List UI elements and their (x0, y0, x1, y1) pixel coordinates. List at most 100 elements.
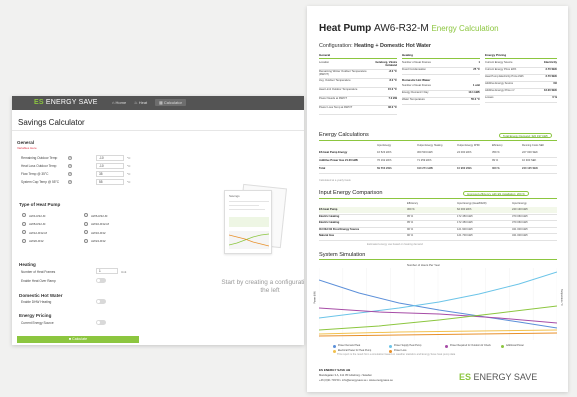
comparison-cell: 95 % (407, 221, 414, 224)
config-key: Current Energy Price kWh (485, 68, 517, 71)
legend-label: Power Supply Heat Pump (394, 344, 422, 347)
nav-heat[interactable]: ♨ Heat (134, 100, 147, 105)
nav-calculator[interactable]: ▦ Calculator (155, 98, 186, 106)
comparison-row-label: ES Heat Pump (319, 208, 338, 211)
footer-company: ES ENERGY SAVE AB (319, 368, 351, 372)
dhw-toggle[interactable] (96, 299, 106, 304)
heating-col-heading: Heating (402, 53, 414, 57)
mini-panel-title: Savings (229, 194, 240, 198)
general-row-input[interactable]: -10 (96, 163, 124, 169)
footer-contact: +46 (0)31 703 50 • info@energysave.se • … (319, 379, 393, 382)
heat-frames-unit: Unit (121, 270, 127, 274)
calc-row-label: Total (319, 167, 326, 170)
config-key: Heat Pump Electricity Price kWh (485, 75, 524, 78)
comparison-cell: 172 450 kWh (457, 214, 473, 218)
calc-cell: 240 125 SEK (522, 167, 538, 170)
pricing-toggle[interactable] (96, 320, 106, 325)
comparison-cell: 62 000 kWh (457, 208, 472, 211)
general-row-input[interactable]: 55 (96, 179, 124, 185)
dhw-col-heading: Domestic Hot Water (402, 78, 431, 82)
config-value: 16.00 SEK (544, 89, 557, 92)
report-model: AW6-R32-M (374, 23, 429, 34)
nav-heat-label: Heat (138, 100, 148, 105)
config-value: 25 °C (473, 68, 480, 71)
comparison-row-label: Electric Heating (319, 221, 340, 224)
calc-cell: 10 960 kWh (457, 167, 472, 170)
pump-option-label: AW8-R32-M (29, 222, 46, 226)
calc-cell: 359 % (492, 151, 500, 154)
config-key: Additive Energy Price m³ (485, 89, 515, 92)
comparison-cell: 341 000 kWh (512, 234, 528, 237)
calc-cell: 24 000 kWh (457, 151, 472, 154)
config-key: Losses (485, 96, 494, 99)
config-value: 1 unit (472, 84, 480, 87)
general-row-input[interactable]: 35 (96, 171, 124, 177)
pump-radio[interactable] (22, 230, 26, 234)
config-label: Configuration: (319, 43, 353, 49)
calc-cell: 10 300 SEK (522, 159, 537, 162)
heat-frames-select[interactable]: 1 (96, 268, 118, 274)
footer-logo: ES ENERGY SAVE (459, 372, 537, 382)
section-rule (319, 198, 557, 199)
config-key: Power Needs at RWOT (319, 97, 348, 100)
footer-address: Mandsgatan 3 A, 411 05 Göteborg • Sweden (319, 374, 373, 377)
simulation-note: This report is the result from a simulat… (337, 353, 456, 356)
config-key: Additive Energy Source (485, 82, 514, 85)
info-icon[interactable]: ? (68, 180, 72, 184)
legend-label: Power Loss (394, 349, 407, 352)
config-value: 2.70 SEK (545, 75, 557, 78)
calc-cell: 300 % (492, 167, 500, 170)
calc-row-label: ES Heat Pump Energy (319, 151, 348, 154)
calc-cell: 16 523 kWh (377, 151, 392, 154)
logo-text: ENERGY SAVE (45, 99, 98, 106)
section-rule (319, 140, 557, 141)
calc-cell: 99 % (492, 159, 499, 162)
info-icon[interactable]: ? (68, 172, 72, 176)
comparison-cell: 90 % (407, 234, 414, 237)
info-icon[interactable]: ? (68, 156, 72, 160)
general-row-label: Heat Loss Outdoor Temp (21, 164, 57, 168)
config-key: Fixed Condensation (402, 68, 426, 71)
config-key: Remaining Winter Outdoor Temperature (RW… (319, 70, 367, 76)
general-row-input[interactable]: -10 (96, 155, 124, 161)
info-icon[interactable]: ? (68, 164, 72, 168)
pump-radio[interactable] (84, 213, 88, 217)
app-logo[interactable]: ES ENERGY SAVE (34, 99, 98, 106)
pump-radio[interactable] (22, 221, 26, 226)
legend-swatch (333, 344, 336, 348)
pump-option-label: AW6-R32-M (91, 213, 108, 218)
pump-radio[interactable] (84, 230, 88, 234)
report-document: Heat Pump AW6-R32-M Energy Calculation C… (307, 6, 568, 392)
pump-radio[interactable] (84, 221, 88, 226)
calculate-button[interactable]: ■ Calculate (17, 336, 139, 343)
comparison-cell: 370 060 kWh (512, 214, 528, 218)
calc-cell: 71 259 kWh (417, 159, 432, 162)
config-value: 0 % (552, 96, 557, 99)
comparison-title: Input Energy Comparison (319, 190, 383, 196)
comparison-cell: 341 000 kWh (512, 227, 528, 231)
pump-radio[interactable] (22, 213, 26, 217)
heat-ramp-label: Enable Heat Over Ramp (21, 279, 56, 283)
heat-ramp-toggle[interactable] (96, 278, 106, 283)
comparison-header: Efficiency (407, 202, 419, 205)
pump-radio[interactable] (84, 238, 88, 243)
nav-home[interactable]: ⌂ Home (112, 100, 126, 105)
pump-option-label: AW20-R32 (29, 239, 44, 243)
calculate-label: Calculate (72, 337, 88, 341)
footer-logo-es: ES (459, 372, 472, 382)
calculator-window: ES ENERGY SAVE ⌂ Home ♨ Heat ▦ Calculato… (12, 96, 304, 345)
config-value: Heating + Domestic Hot Water (354, 43, 432, 49)
col-rule (402, 58, 480, 59)
comparison-note: Estimated energy use based on heating de… (367, 243, 423, 246)
comparison-cell: 300 % (407, 208, 415, 211)
report-title-main: Heat Pump (319, 23, 372, 34)
simulation-title: System Simulation (319, 252, 366, 258)
report-subtitle: Energy Calculation (431, 24, 499, 33)
pump-radio[interactable] (22, 238, 26, 243)
calc-cell: 310 271 kWh (417, 167, 434, 170)
pricing-label: Current Energy Source (21, 321, 54, 325)
footer-logo-text: ENERGY SAVE (473, 372, 538, 382)
logo-es: ES (34, 99, 44, 106)
legend-swatch (333, 349, 336, 353)
calc-section-title: Energy Calculations (319, 132, 369, 138)
